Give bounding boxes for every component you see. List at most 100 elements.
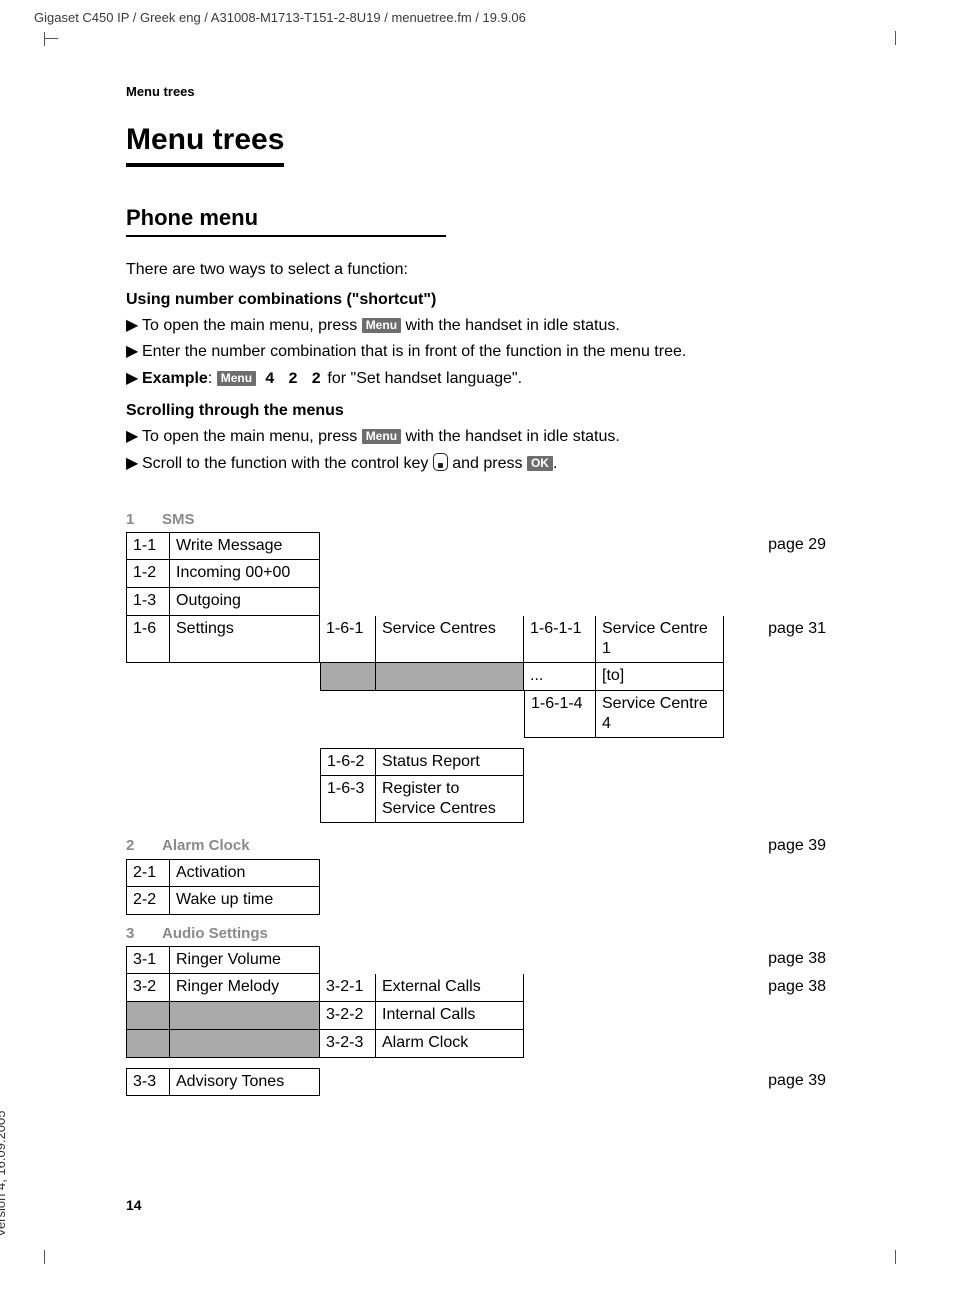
item-name: Service Centre 4 — [596, 691, 724, 738]
item-name: Outgoing — [170, 588, 320, 616]
bullet-item: ▶ To open the main menu, press Menu with… — [126, 426, 826, 448]
bullet-text: To open the main menu, press — [142, 317, 362, 334]
item-code: 3-2-1 — [320, 974, 376, 1002]
grey-cell — [170, 1030, 320, 1058]
bullet-text: . — [553, 455, 557, 472]
grey-cell — [170, 1002, 320, 1030]
tree-section-body: 2-1 Activation 2-2 Wake up time — [126, 859, 826, 915]
control-key-icon — [433, 453, 448, 471]
item-name: Service Centres — [376, 616, 524, 663]
item-name: Service Centre 1 — [596, 616, 724, 663]
triangle-icon: ▶ — [126, 426, 142, 446]
item-name: Write Message — [170, 532, 320, 560]
section-title: SMS — [162, 511, 826, 528]
section-number: 3 — [126, 925, 162, 942]
page-ref: page 39 — [760, 1068, 826, 1096]
bullet-text: Enter the number combination that is in … — [142, 341, 826, 363]
doc-header-line: Gigaset C450 IP / Greek eng / A31008-M17… — [34, 10, 526, 25]
item-code: ... — [524, 663, 596, 691]
item-name: External Calls — [376, 974, 524, 1002]
page-number: 14 — [126, 1197, 142, 1213]
item-name: Incoming 00+00 — [170, 560, 320, 588]
tree-section-header: 1 SMS — [126, 511, 826, 528]
page-title: Menu trees — [126, 123, 284, 167]
bullet-list-scrolling: ▶ To open the main menu, press Menu with… — [126, 426, 826, 475]
tree-section-header: 3 Audio Settings — [126, 925, 826, 942]
section-title: Alarm Clock — [162, 837, 768, 854]
item-code: 1-6-2 — [320, 748, 376, 776]
item-code: 2-2 — [126, 887, 170, 915]
triangle-icon: ▶ — [126, 368, 142, 388]
triangle-icon: ▶ — [126, 341, 142, 361]
bullet-text: To open the main menu, press — [142, 428, 362, 445]
grey-cell — [376, 663, 524, 691]
section-subtitle: Phone menu — [126, 205, 446, 237]
ok-key-icon: OK — [527, 456, 553, 471]
item-name: Advisory Tones — [170, 1068, 320, 1096]
item-name: Ringer Melody — [170, 974, 320, 1002]
item-name: Ringer Volume — [170, 946, 320, 974]
item-code: 1-3 — [126, 588, 170, 616]
subhead-scrolling: Scrolling through the menus — [126, 402, 826, 420]
item-code: 1-6-1-4 — [524, 691, 596, 738]
bullet-item: ▶ Enter the number combination that is i… — [126, 341, 826, 363]
item-name: Settings — [170, 616, 320, 663]
item-code: 3-2-3 — [320, 1030, 376, 1058]
version-sidebar: Version 4, 16.09.2005 — [0, 1111, 8, 1238]
grey-cell — [320, 663, 376, 691]
menu-key-icon: Menu — [217, 371, 256, 386]
page-ref: page 38 — [760, 974, 826, 1002]
tree-section-body: 3-3 Advisory Tones page 39 — [126, 1068, 826, 1096]
page-ref: page 39 — [768, 837, 826, 855]
item-code: 1-6-3 — [320, 776, 376, 823]
example-label: Example — [142, 370, 208, 387]
triangle-icon: ▶ — [126, 453, 142, 473]
page-ref: page 31 — [760, 616, 826, 663]
section-number: 1 — [126, 511, 162, 528]
bullet-text: with the handset in idle status. — [401, 317, 620, 334]
crop-mark — [882, 1257, 896, 1271]
tree-section-header: 2 Alarm Clock page 39 — [126, 837, 826, 855]
item-code: 1-2 — [126, 560, 170, 588]
section-title: Audio Settings — [162, 925, 826, 942]
item-code: 1-6 — [126, 616, 170, 663]
triangle-icon: ▶ — [126, 315, 142, 335]
menu-key-icon: Menu — [362, 429, 401, 444]
bullet-list-shortcut: ▶ To open the main menu, press Menu with… — [126, 315, 826, 390]
item-name: Activation — [170, 859, 320, 887]
item-code: 3-3 — [126, 1068, 170, 1096]
page-ref: page 29 — [760, 532, 826, 560]
bullet-text: Scroll to the function with the control … — [142, 455, 433, 472]
bullet-item: ▶ Example: Menu 4 2 2 for "Set handset l… — [126, 368, 826, 390]
bullet-text: with the handset in idle status. — [401, 428, 620, 445]
item-code: 1-6-1-1 — [524, 616, 596, 663]
item-name: Status Report — [376, 748, 524, 776]
item-code: 1-6-1 — [320, 616, 376, 663]
section-number: 2 — [126, 837, 162, 854]
item-code: 3-2 — [126, 974, 170, 1002]
menu-tree: 1 SMS 1-1 Write Message page 29 1-2 Inco… — [126, 511, 826, 1096]
tree-section-body: 3-1 Ringer Volume page 38 3-2 Ringer Mel… — [126, 946, 826, 1058]
subhead-shortcut: Using number combinations ("shortcut") — [126, 291, 826, 309]
item-code: 3-2-2 — [320, 1002, 376, 1030]
crop-mark — [44, 38, 58, 53]
shortcut-code: 4 2 2 — [265, 370, 323, 388]
grey-cell — [126, 1002, 170, 1030]
running-head: Menu trees — [126, 84, 826, 99]
bullet-text: for "Set handset language". — [323, 370, 522, 387]
item-name: [to] — [596, 663, 724, 691]
bullet-item: ▶ Scroll to the function with the contro… — [126, 453, 826, 475]
item-name: Register to Service Centres — [376, 776, 524, 823]
crop-mark — [882, 38, 896, 52]
tree-section-body: 1-6-2 Status Report 1-6-3 Register to Se… — [126, 748, 826, 823]
menu-key-icon: Menu — [362, 318, 401, 333]
item-name: Wake up time — [170, 887, 320, 915]
crop-mark — [44, 1257, 58, 1271]
item-code: 3-1 — [126, 946, 170, 974]
item-name: Alarm Clock — [376, 1030, 524, 1058]
tree-section-body: 1-1 Write Message page 29 1-2 Incoming 0… — [126, 532, 826, 738]
item-name: Internal Calls — [376, 1002, 524, 1030]
grey-cell — [126, 1030, 170, 1058]
item-code: 2-1 — [126, 859, 170, 887]
intro-text: There are two ways to select a function: — [126, 261, 826, 279]
